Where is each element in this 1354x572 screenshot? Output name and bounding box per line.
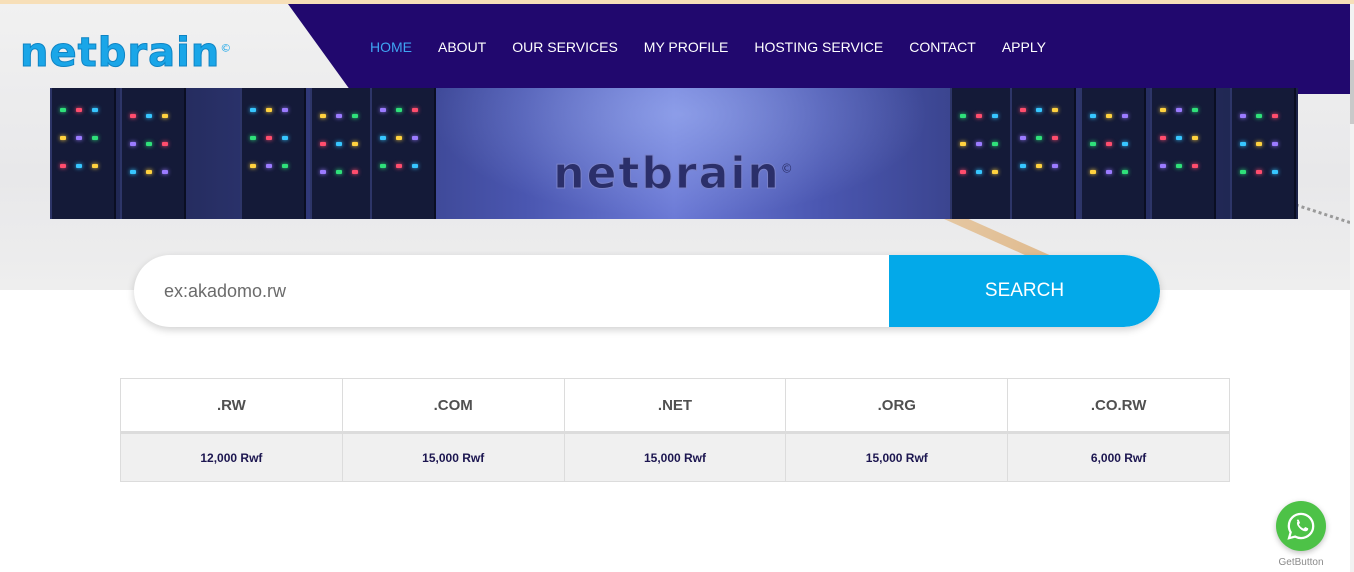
rack-led [92,108,98,112]
logo-text: netbrain [19,30,221,77]
rack-led [320,142,326,146]
rack-led [320,114,326,118]
page-scrollbar[interactable] [1350,4,1354,572]
rack-led [960,114,966,118]
price-co-rw: 6,000 Rwf [1007,432,1230,482]
price-net: 15,000 Rwf [563,432,787,482]
rack-led [1240,114,1246,118]
rack-led [396,136,402,140]
rack-led [1272,142,1278,146]
rack-led [1160,108,1166,112]
rack-led [380,108,386,112]
rack-led [146,114,152,118]
rack-led [266,108,272,112]
banner-copyright-mark: © [780,161,795,176]
rack-led [1176,136,1182,140]
rack-led [92,136,98,140]
rack-led [992,114,998,118]
table-header-row: .RW .COM .NET .ORG .CO.RW [120,378,1230,434]
rack-led [976,142,982,146]
rack-led [76,136,82,140]
search-button[interactable]: SEARCH [889,255,1160,327]
rack-led [60,136,66,140]
rack-led [1256,114,1262,118]
domain-search-bar: SEARCH [134,255,1160,327]
table-row: 12,000 Rwf 15,000 Rwf 15,000 Rwf 15,000 … [120,432,1230,482]
header-org: .ORG [785,378,1009,434]
rack-led [396,108,402,112]
banner-logo-text: netbrain [553,148,781,200]
rack-led [60,108,66,112]
rack-led [412,108,418,112]
nav-about[interactable]: ABOUT [438,39,486,55]
rack-led [76,108,82,112]
rack-led [412,136,418,140]
rack-led [1090,114,1096,118]
header-co-rw: .CO.RW [1007,378,1230,434]
rack-led [960,142,966,146]
rack-led [266,136,272,140]
rack-led [1192,108,1198,112]
getbutton-caption: GetButton [1278,557,1324,568]
nav-apply[interactable]: APPLY [1002,39,1046,55]
rack-led [336,114,342,118]
header-com: .COM [341,378,565,434]
site-logo[interactable]: netbrain© [19,30,233,77]
rack-led [1272,114,1278,118]
whatsapp-icon [1287,512,1315,540]
rack-led [1020,136,1026,140]
header-net: .NET [563,378,787,434]
nav-our-services[interactable]: OUR SERVICES [512,39,618,55]
whatsapp-button[interactable] [1276,501,1326,551]
scrollbar-thumb[interactable] [1350,60,1354,124]
rack-led [1122,114,1128,118]
rack-led [336,142,342,146]
nav-links: HOME ABOUT OUR SERVICES MY PROFILE HOSTI… [370,39,1072,55]
rack-led [130,142,136,146]
nav-home[interactable]: HOME [370,39,412,55]
rack-led [1036,108,1042,112]
rack-led [992,142,998,146]
rack-led [976,114,982,118]
rack-led [1036,136,1042,140]
nav-my-profile[interactable]: MY PROFILE [644,39,729,55]
rack-led [1106,142,1112,146]
rack-led [1176,108,1182,112]
main-navbar: HOME ABOUT OUR SERVICES MY PROFILE HOSTI… [288,4,1350,94]
rack-led [352,142,358,146]
rack-led [1122,142,1128,146]
rack-led [1192,136,1198,140]
nav-contact[interactable]: CONTACT [909,39,976,55]
domain-search-input[interactable] [134,255,889,327]
rack-led [1160,136,1166,140]
banner-logo: netbrain© [50,148,1298,200]
nav-hosting-service[interactable]: HOSTING SERVICE [754,39,883,55]
rack-led [130,114,136,118]
rack-led [146,142,152,146]
rack-led [1090,142,1096,146]
header-rw: .RW [120,378,343,434]
copyright-mark: © [220,41,233,55]
rack-led [1020,108,1026,112]
rack-led [1256,142,1262,146]
rack-led [250,108,256,112]
rack-led [1052,108,1058,112]
rack-led [352,114,358,118]
rack-led [250,136,256,140]
rack-led [1106,114,1112,118]
hero-banner-image: netbrain© [50,88,1298,219]
rack-led [380,136,386,140]
price-com: 15,000 Rwf [341,432,565,482]
rack-led [162,114,168,118]
price-rw: 12,000 Rwf [120,432,343,482]
rack-led [1052,136,1058,140]
price-org: 15,000 Rwf [785,432,1009,482]
rack-led [282,108,288,112]
rack-led [1240,142,1246,146]
rack-led [282,136,288,140]
rack-led [162,142,168,146]
domain-pricing-table: .RW .COM .NET .ORG .CO.RW 12,000 Rwf 15,… [120,378,1230,482]
